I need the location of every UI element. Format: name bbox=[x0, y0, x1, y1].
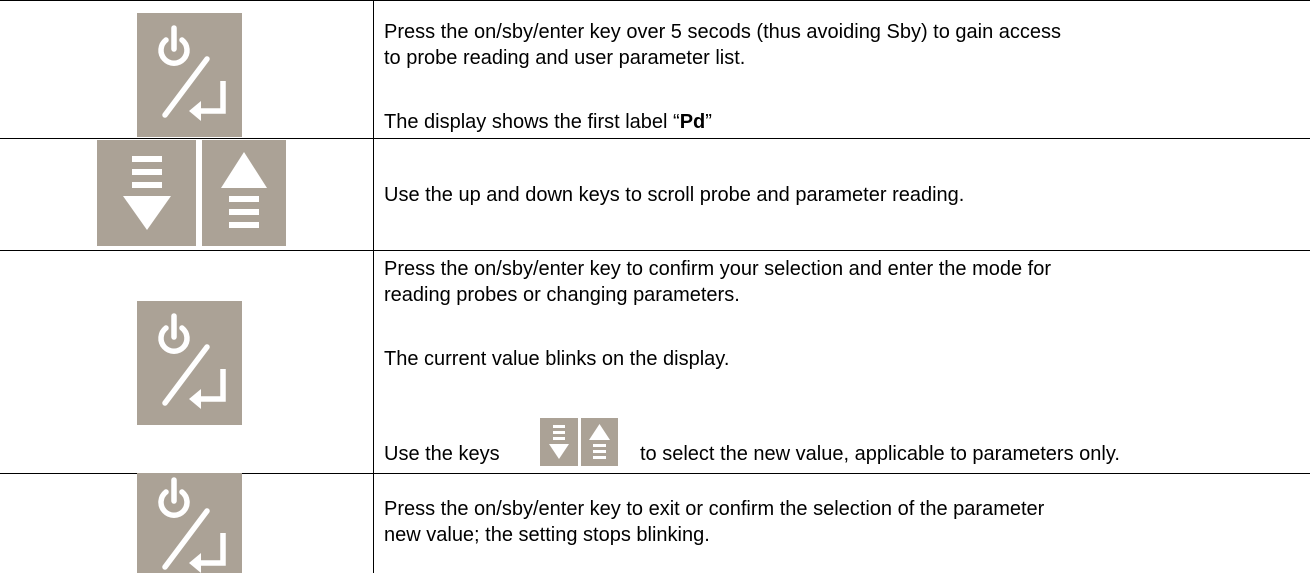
up-scroll-key-icon bbox=[202, 140, 286, 246]
display-label: Pd bbox=[679, 111, 706, 133]
row-divider bbox=[0, 250, 1310, 251]
instruction-table: Press the on/sby/enter key over 5 secods… bbox=[0, 0, 1310, 573]
row-3-blink-note: The current value blinks on the display. bbox=[384, 348, 730, 370]
power-enter-key-icon bbox=[137, 301, 242, 425]
column-divider bbox=[373, 0, 374, 573]
down-scroll-key-icon bbox=[97, 140, 196, 246]
power-enter-key-icon bbox=[137, 13, 242, 137]
display-note-prefix: The display shows the first label “ bbox=[384, 111, 680, 133]
row-divider bbox=[0, 138, 1310, 139]
inline-scroll-keys bbox=[540, 418, 620, 466]
row-3-use-keys-suffix: to select the new value, applicable to p… bbox=[640, 443, 1120, 465]
row-4-line-2: new value; the setting stops blinking. bbox=[384, 524, 710, 546]
down-scroll-key-icon bbox=[540, 418, 578, 466]
up-scroll-key-icon bbox=[581, 418, 618, 466]
power-enter-key-icon bbox=[137, 473, 242, 573]
row-3-line-2: reading probes or changing parameters. bbox=[384, 284, 740, 306]
row-1-display-note: The display shows the first label “Pd” bbox=[384, 109, 712, 135]
row-4-line-1: Press the on/sby/enter key to exit or co… bbox=[384, 498, 1045, 520]
row-3-use-keys-prefix: Use the keys bbox=[384, 443, 500, 465]
display-note-suffix: ” bbox=[705, 111, 712, 133]
row-divider bbox=[0, 0, 1310, 1]
row-3-line-1: Press the on/sby/enter key to confirm yo… bbox=[384, 258, 1052, 280]
row-1-line-2: to probe reading and user parameter list… bbox=[384, 47, 746, 69]
row-2-line-1: Use the up and down keys to scroll probe… bbox=[384, 184, 965, 206]
row-1-line-1: Press the on/sby/enter key over 5 secods… bbox=[384, 21, 1062, 43]
